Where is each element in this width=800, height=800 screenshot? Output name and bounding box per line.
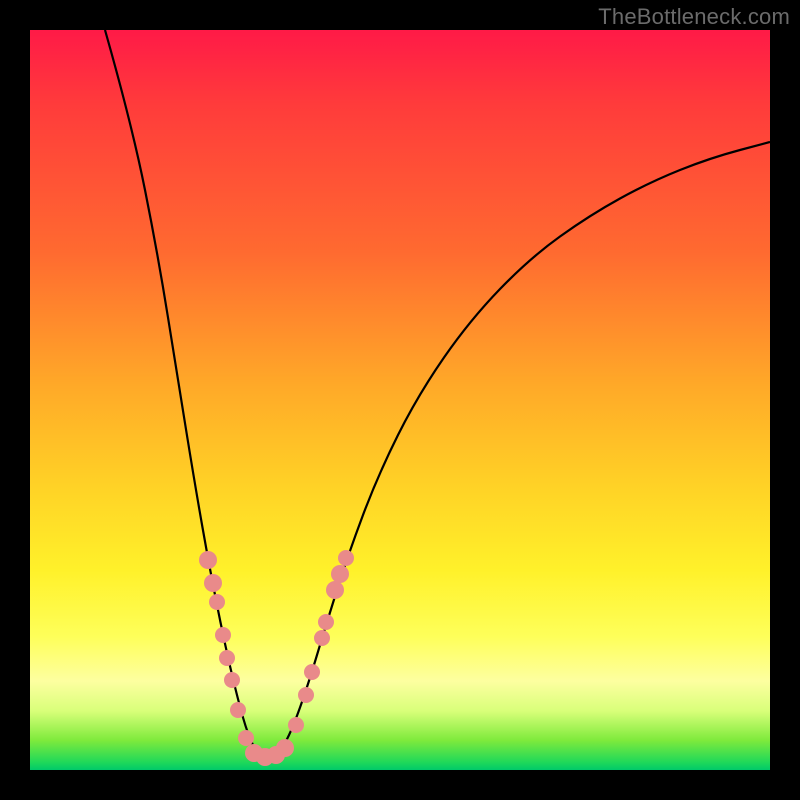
data-marker bbox=[304, 664, 320, 680]
data-marker bbox=[199, 551, 217, 569]
data-marker bbox=[276, 739, 294, 757]
watermark-text: TheBottleneck.com bbox=[598, 4, 790, 30]
data-marker bbox=[338, 550, 354, 566]
data-marker bbox=[288, 717, 304, 733]
data-marker bbox=[230, 702, 246, 718]
data-marker bbox=[204, 574, 222, 592]
data-marker bbox=[224, 672, 240, 688]
data-marker bbox=[298, 687, 314, 703]
chart-svg bbox=[30, 30, 770, 770]
bottleneck-curve bbox=[105, 30, 770, 757]
data-marker bbox=[215, 627, 231, 643]
data-marker bbox=[209, 594, 225, 610]
chart-frame bbox=[30, 30, 770, 770]
data-marker bbox=[219, 650, 235, 666]
data-marker bbox=[326, 581, 344, 599]
data-marker bbox=[331, 565, 349, 583]
data-marker bbox=[318, 614, 334, 630]
data-marker bbox=[314, 630, 330, 646]
marker-group bbox=[199, 550, 354, 766]
data-marker bbox=[238, 730, 254, 746]
